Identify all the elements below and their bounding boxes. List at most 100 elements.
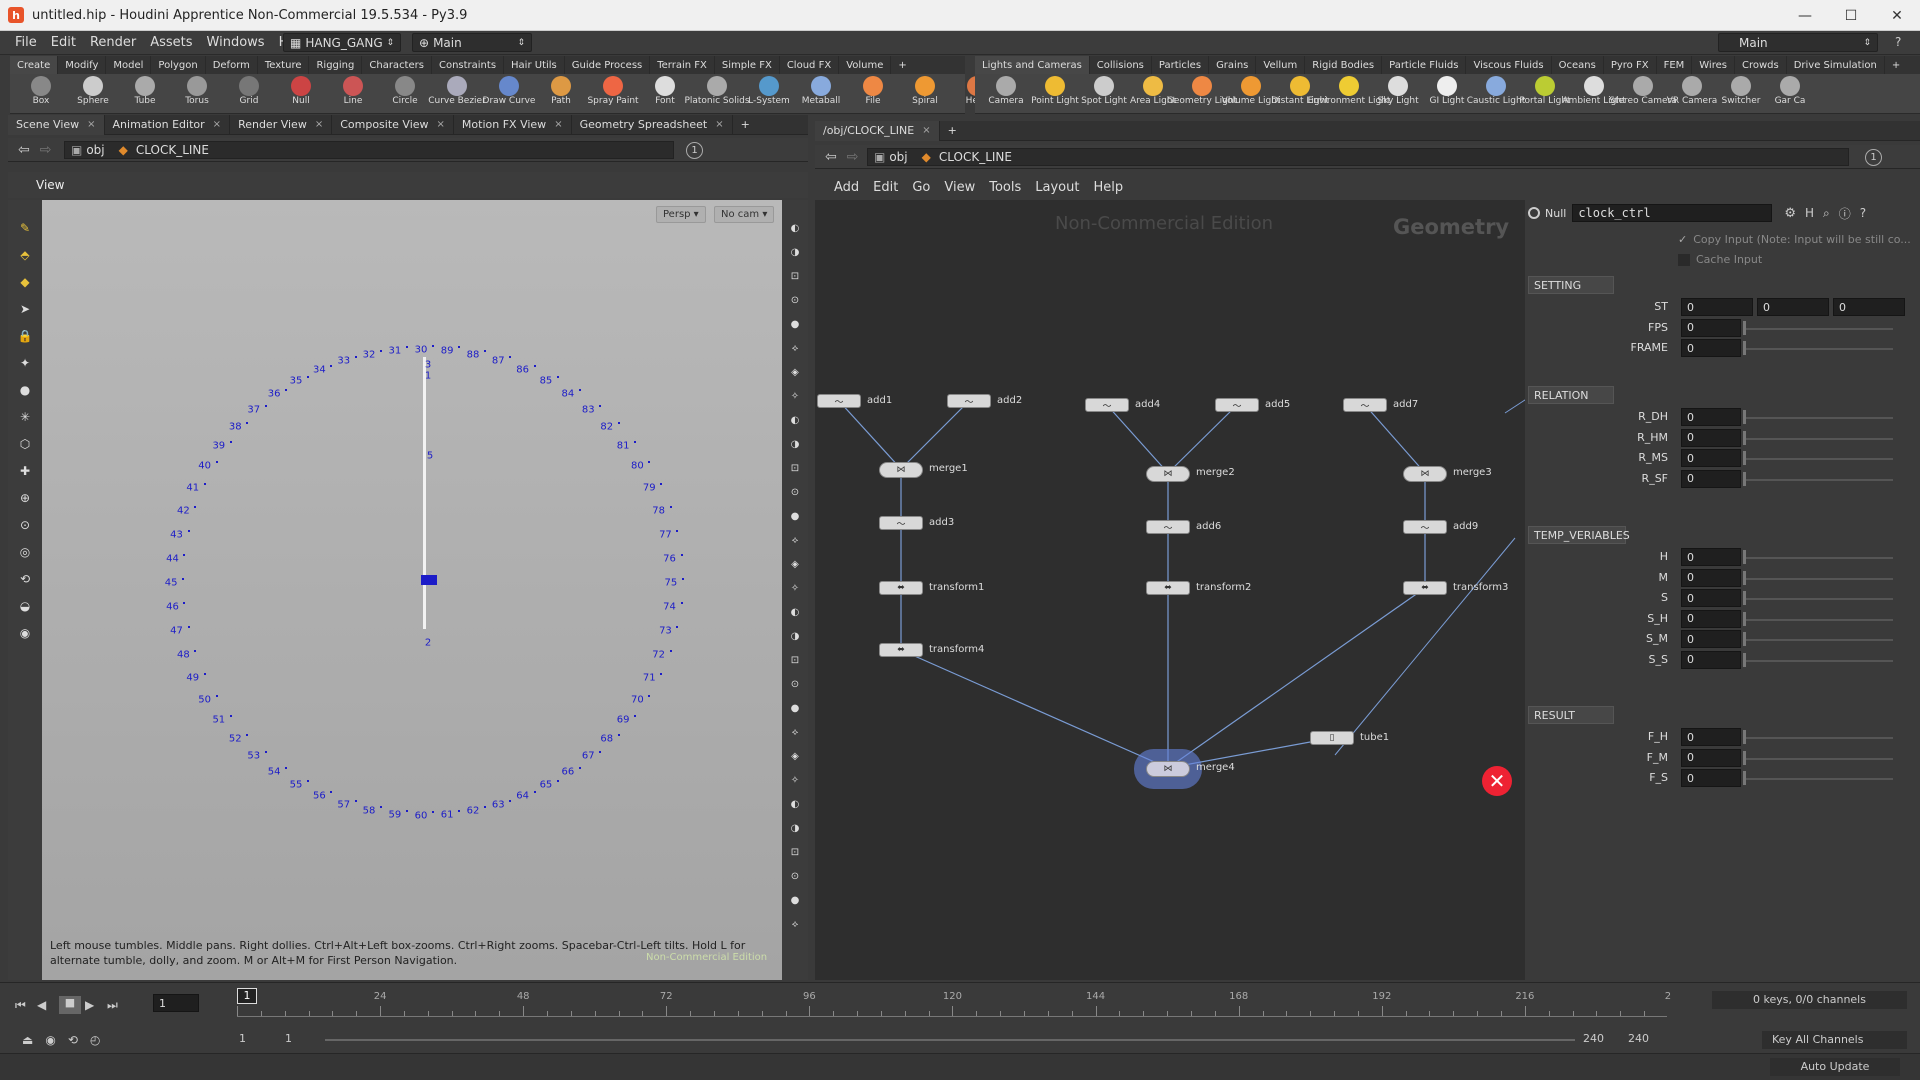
display-option-icon-23[interactable]: ✧ xyxy=(785,770,805,790)
shelf-tab-crowds[interactable]: Crowds xyxy=(1735,56,1787,74)
display-option-icon-27[interactable]: ⊙ xyxy=(785,866,805,886)
add-shelf-tab-icon[interactable]: + xyxy=(891,56,913,74)
display-option-icon-22[interactable]: ◈ xyxy=(785,746,805,766)
right-path-field[interactable]: ▣ obj ◆ CLOCK_LINE xyxy=(867,148,1849,166)
slider-knob[interactable] xyxy=(1743,750,1746,765)
node-transform1[interactable]: ⬌ xyxy=(879,581,923,595)
display-option-icon-17[interactable]: ◑ xyxy=(785,626,805,646)
slider-knob[interactable] xyxy=(1743,591,1746,605)
tool-path[interactable]: Path xyxy=(538,76,584,112)
slider-knob[interactable] xyxy=(1743,632,1746,646)
param-field-h[interactable]: 0 xyxy=(1681,548,1741,566)
section-setting[interactable]: SETTING xyxy=(1528,276,1614,294)
shelf-tab-characters[interactable]: Characters xyxy=(362,56,432,74)
pin-icon[interactable]: 1 xyxy=(686,142,703,159)
display-option-icon-16[interactable]: ◐ xyxy=(785,602,805,622)
node-transform4[interactable]: ⬌ xyxy=(879,643,923,657)
shelf-tab-fem[interactable]: FEM xyxy=(1657,56,1693,74)
range-start-field[interactable]: 1 xyxy=(239,1032,246,1045)
tab-close-icon[interactable]: × xyxy=(213,119,221,130)
tool-area-light[interactable]: Area Light xyxy=(1130,76,1176,112)
tool-file[interactable]: File xyxy=(850,76,896,112)
param-slider-r_ms[interactable] xyxy=(1745,458,1893,460)
node-add3[interactable]: 〜 xyxy=(879,516,923,530)
tab-scene-view[interactable]: Scene View × xyxy=(8,114,105,135)
param-slider-r_sf[interactable] xyxy=(1745,478,1893,481)
node-merge1[interactable]: ⋈ xyxy=(879,462,923,478)
shelf-tab-drive-simulation[interactable]: Drive Simulation xyxy=(1787,56,1885,74)
param-slider-s_h[interactable] xyxy=(1745,618,1893,621)
close-icon[interactable]: ✕ xyxy=(1874,0,1920,31)
forward-arrow-icon[interactable]: ⇨ xyxy=(847,149,859,165)
tool-null[interactable]: Null xyxy=(278,76,324,112)
param-slider-s[interactable] xyxy=(1745,598,1893,600)
tool-stereo-camera[interactable]: Stereo Camera xyxy=(1609,76,1677,112)
param-field-s[interactable]: 0 xyxy=(1681,589,1741,607)
param-slider-r_hm[interactable] xyxy=(1745,437,1893,440)
slider-knob[interactable] xyxy=(1743,320,1746,335)
tool-ambient-light[interactable]: Ambient Light xyxy=(1562,76,1626,112)
left-tool-icon-3[interactable]: ➤ xyxy=(15,299,35,319)
back-arrow-icon[interactable]: ⇦ xyxy=(18,142,30,158)
pin-icon[interactable]: 1 xyxy=(1865,149,1882,166)
slider-knob[interactable] xyxy=(1743,410,1746,424)
menu-windows[interactable]: Windows xyxy=(200,35,272,50)
param-field-s_h[interactable]: 0 xyxy=(1681,609,1741,628)
tool-spiral[interactable]: Spiral xyxy=(902,76,948,112)
tool-sky-light[interactable]: Sky Light xyxy=(1375,76,1421,112)
shelf-tab-polygon[interactable]: Polygon xyxy=(151,56,206,74)
shelf-tab-wires[interactable]: Wires xyxy=(1692,56,1735,74)
left-tool-icon-0[interactable]: ✎ xyxy=(15,218,35,238)
range-end-field[interactable]: 240 xyxy=(1628,1032,1649,1045)
shelf-tab-deform[interactable]: Deform xyxy=(206,56,258,74)
help-icon[interactable]: ? xyxy=(1895,35,1901,49)
tool-font[interactable]: Font xyxy=(642,76,688,112)
display-option-icon-12[interactable]: ● xyxy=(785,506,805,526)
display-option-icon-3[interactable]: ⊙ xyxy=(785,290,805,310)
tool-volume-light[interactable]: Volume Light xyxy=(1222,76,1280,112)
slider-knob[interactable] xyxy=(1743,771,1746,785)
clock-icon[interactable]: ◴ xyxy=(90,1033,100,1047)
play-reverse-icon[interactable]: ◀ xyxy=(37,998,59,1012)
left-path-field[interactable]: ▣ obj ◆ CLOCK_LINE xyxy=(64,141,674,159)
node-merge4[interactable]: ⋈ xyxy=(1146,761,1190,777)
display-option-icon-0[interactable]: ◐ xyxy=(785,218,805,238)
param-field-r_dh[interactable]: 0 xyxy=(1681,408,1741,426)
slider-knob[interactable] xyxy=(1743,471,1746,486)
shelf-tab-pyro-fx[interactable]: Pyro FX xyxy=(1604,56,1657,74)
param-field-f_h[interactable]: 0 xyxy=(1681,728,1741,746)
tool-metaball[interactable]: Metaball xyxy=(798,76,844,112)
param-slider-f_h[interactable] xyxy=(1745,737,1893,739)
tool-geometry-light[interactable]: Geometry Light xyxy=(1167,76,1237,112)
tool-sphere[interactable]: Sphere xyxy=(70,76,116,112)
add-tab-icon[interactable]: + xyxy=(940,121,965,141)
left-tool-icon-10[interactable]: ⊕ xyxy=(15,488,35,508)
menu-assets[interactable]: Assets xyxy=(143,35,199,50)
shelf-tab-terrain-fx[interactable]: Terrain FX xyxy=(650,56,715,74)
display-option-icon-25[interactable]: ◑ xyxy=(785,818,805,838)
shelf-tab-collisions[interactable]: Collisions xyxy=(1090,56,1152,74)
tab-network[interactable]: /obj/CLOCK_LINE × xyxy=(815,120,940,141)
param-field-f_s[interactable]: 0 xyxy=(1681,769,1741,787)
tool-spot-light[interactable]: Spot Light xyxy=(1081,76,1127,112)
param-slider-fps[interactable] xyxy=(1745,327,1893,330)
tool-tube[interactable]: Tube xyxy=(122,76,168,112)
left-tool-icon-1[interactable]: ⬘ xyxy=(15,245,35,265)
node-merge3[interactable]: ⋈ xyxy=(1403,466,1447,482)
stop-icon[interactable]: ■ xyxy=(59,996,81,1014)
display-option-icon-21[interactable]: ⟡ xyxy=(785,722,805,742)
tool-platonic-solids[interactable]: Platonic Solids xyxy=(684,76,750,112)
shelf-tab-model[interactable]: Model xyxy=(106,56,152,74)
tool-distant-light[interactable]: Distant Light xyxy=(1271,76,1329,112)
param-field-s_s[interactable]: 0 xyxy=(1681,650,1741,669)
key-all-channels-dropdown[interactable]: Key All Channels xyxy=(1762,1031,1907,1049)
param-field-r_ms[interactable]: 0 xyxy=(1681,449,1741,467)
loop-icon[interactable]: ⟲ xyxy=(68,1033,78,1047)
param-slider-s_s[interactable] xyxy=(1745,659,1893,662)
node-transform2[interactable]: ⬌ xyxy=(1146,581,1190,595)
realtime-icon[interactable]: ◉ xyxy=(45,1033,55,1047)
node-add9[interactable]: 〜 xyxy=(1403,520,1447,534)
node-transform3[interactable]: ⬌ xyxy=(1403,581,1447,595)
display-option-icon-26[interactable]: ⊡ xyxy=(785,842,805,862)
shelf-tab-grains[interactable]: Grains xyxy=(1209,56,1257,74)
